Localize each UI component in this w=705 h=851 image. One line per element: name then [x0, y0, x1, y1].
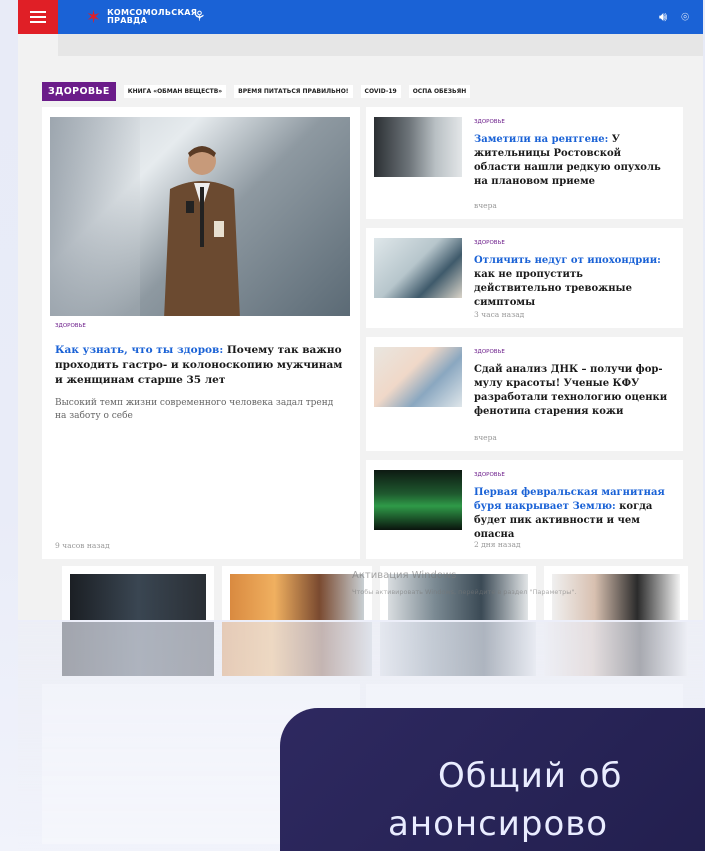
title-lead: Заметили на рентгене:: [474, 134, 609, 145]
xray-room-image[interactable]: [374, 117, 462, 177]
woman-profile-image[interactable]: [552, 574, 680, 620]
bottom-article-card[interactable]: [62, 566, 214, 620]
article-time: вчера: [474, 433, 497, 442]
rubric-row: ЗДОРОВЬЕ КНИГА «ОБМАН ВЕЩЕСТВ» ВРЕМЯ ПИТ…: [42, 82, 471, 101]
side-article-card[interactable]: ЗДОРОВЬЕ Заметили на рентгене: У житель­…: [366, 107, 683, 219]
article-tag[interactable]: ЗДОРОВЬЕ: [55, 323, 86, 329]
article-time: 9 часов назад: [55, 541, 110, 550]
location-pin-icon[interactable]: ⌾: [681, 10, 689, 25]
article-tag[interactable]: ЗДОРОВЬЕ: [474, 349, 505, 355]
main-article-card[interactable]: ЗДОРОВЬЕ Как узнать, что ты здоров: Поче…: [42, 107, 360, 559]
rubric-tag[interactable]: ВРЕМЯ ПИТАТЬСЯ ПРАВИЛЬНО!: [234, 85, 353, 98]
article-time: вчера: [474, 201, 497, 210]
aurora-image[interactable]: [374, 470, 462, 530]
promo-banner: Общий об анонсирово: [280, 708, 705, 851]
logo-star-icon: ✶: [86, 6, 102, 28]
side-article-card[interactable]: ЗДОРОВЬЕ Первая февральская магнитная бу…: [366, 460, 683, 559]
rubric-tag[interactable]: COVID-19: [360, 85, 401, 98]
side-article-title[interactable]: Сдай анализ ДНК – получи фор­мулу красот…: [474, 363, 670, 419]
title-rest: Сдай анализ ДНК – получи фор­мулу красот…: [474, 364, 668, 417]
windows-activation-title: Активация Windows: [352, 570, 457, 581]
man-in-cap-image[interactable]: [70, 574, 206, 620]
article-tag[interactable]: ЗДОРОВЬЕ: [474, 240, 505, 246]
bottom-article-card[interactable]: [222, 566, 372, 620]
logo-text: КОМСОМОЛЬСКАЯ ПРАВДА: [107, 9, 197, 25]
logo-emblem-icon: ⚘: [193, 9, 206, 25]
title-lead: Как узнать, что ты здоров:: [55, 344, 224, 356]
worried-man-image[interactable]: [374, 238, 462, 298]
side-article-card[interactable]: ЗДОРОВЬЕ Отличить недуг от ипохондрии: к…: [366, 228, 683, 328]
banner-line-1: Общий об: [438, 756, 623, 796]
hamburger-icon[interactable]: [18, 0, 58, 34]
sub-header-bar: [58, 34, 703, 56]
speaker-icon[interactable]: 🔊︎: [659, 10, 667, 25]
side-article-card[interactable]: ЗДОРОВЬЕ Сдай анализ ДНК – получи фор­му…: [366, 337, 683, 451]
windows-activation-subtitle: Чтобы активировать Windows, перейдите в …: [352, 588, 577, 596]
article-time: 2 дня назад: [474, 540, 521, 549]
businessman-image: [164, 146, 240, 316]
side-article-title[interactable]: Заметили на рентгене: У житель­ницы Рост…: [474, 133, 670, 189]
rubric-tag[interactable]: КНИГА «ОБМАН ВЕЩЕСТВ»: [123, 85, 227, 98]
rubric-tag[interactable]: ОСПА ОБЕЗЬЯН: [408, 85, 471, 98]
side-article-title[interactable]: Отличить недуг от ипохондрии: как не про…: [474, 254, 670, 310]
woman-image[interactable]: [230, 574, 364, 620]
main-article-description: Высокий темп жизни современного человека…: [55, 398, 334, 421]
main-article-title[interactable]: Как узнать, что ты здоров: Почему так ва…: [55, 343, 349, 388]
logo-line-2: ПРАВДА: [107, 16, 148, 25]
article-tag[interactable]: ЗДОРОВЬЕ: [474, 472, 505, 478]
title-rest: как не пропустить действительно тревожны…: [474, 269, 632, 308]
side-article-title[interactable]: Первая февральская магнитная буря накрыв…: [474, 486, 670, 542]
article-time: 3 часа назад: [474, 310, 525, 319]
title-lead: Отличить недуг от ипохондрии:: [474, 255, 661, 266]
site-header: ✶ КОМСОМОЛЬСКАЯ ПРАВДА ⚘ 🔊︎ ⌾: [18, 0, 703, 34]
dna-test-image[interactable]: [374, 347, 462, 407]
site-logo[interactable]: ✶ КОМСОМОЛЬСКАЯ ПРАВДА ⚘: [86, 7, 206, 28]
rubric-badge[interactable]: ЗДОРОВЬЕ: [42, 82, 116, 101]
article-tag[interactable]: ЗДОРОВЬЕ: [474, 119, 505, 125]
banner-line-2: анонсирово: [388, 804, 609, 844]
main-article-photo[interactable]: [50, 117, 350, 316]
